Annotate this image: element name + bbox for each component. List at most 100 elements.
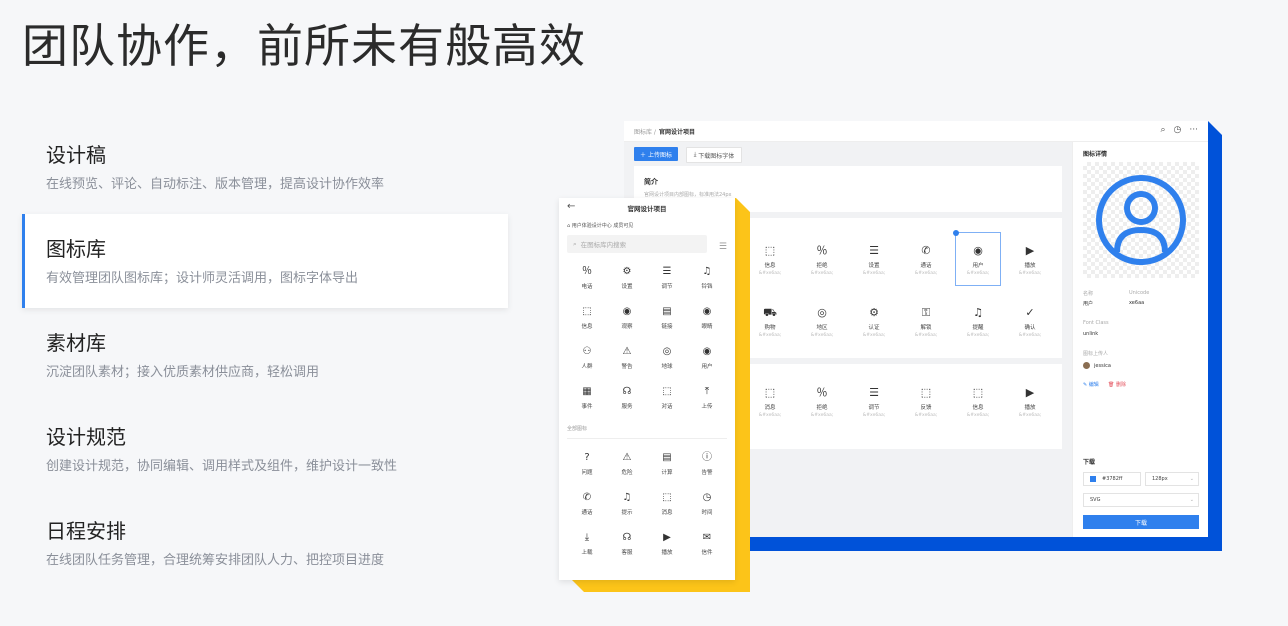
icon-tile-cart[interactable]: ⛟ 购物 &#xe6aa; [744, 290, 796, 352]
mail-icon: ✉ [702, 531, 712, 543]
icon-tile-message[interactable]: ⬚ 对话 [647, 377, 687, 417]
icon-tile-reject[interactable]: ％ 电话 [567, 257, 607, 297]
breadcrumb-root[interactable]: 图标库 / [634, 127, 656, 136]
icon-tile-sliders[interactable]: ☰ 调节 &#xe6aa; [848, 370, 900, 432]
feature-title: 日程安排 [46, 519, 126, 543]
icon-tile-play[interactable]: ▶ 播放 &#xe6aa; [1004, 228, 1056, 290]
icon-tile-warning[interactable]: ⚠ 危险 [607, 443, 647, 483]
info-icon: ⓘ [702, 451, 712, 463]
icon-tile-bell[interactable]: ♫ 提醒 &#xe6aa; [952, 290, 1004, 352]
icon-tile-gear[interactable]: ⚙ 认证 &#xe6aa; [848, 290, 900, 352]
feature-desc: 有效管理团队图标库；设计师灵活调用，图标字体导出 [46, 271, 359, 286]
icon-tile-bell[interactable]: ♫ 提示 [607, 483, 647, 523]
warning-icon: ⚠ [622, 451, 632, 463]
icon-tile-play[interactable]: ▶ 播放 [647, 523, 687, 563]
icon-code: &#xe6aa; [966, 270, 990, 276]
icon-tile-message[interactable]: ⬚ 消息 [647, 483, 687, 523]
name-label: 名称 [1083, 291, 1094, 297]
feature-item-schedule[interactable]: 日程安排 在线团队任务管理，合理统筹安排团队人力、把控项目进度 [22, 496, 508, 590]
feedback-icon: ⬚ [920, 385, 932, 399]
search-icon: ⌕ [573, 239, 577, 248]
icon-tile-eye[interactable]: ◉ 眼睛 [687, 297, 727, 337]
feature-item-spec[interactable]: 设计规范 创建设计规范，协同编辑、调用样式及组件，维护设计一致性 [22, 402, 508, 496]
format-select[interactable]: SVG ⌄ [1083, 493, 1199, 507]
feature-item-assets[interactable]: 素材库 沉淀团队素材；接入优质素材供应商，轻松调用 [22, 308, 508, 402]
sliders-icon: ☰ [662, 265, 672, 277]
clock-icon: ◷ [702, 491, 712, 503]
search-icon[interactable]: ⌕ [1161, 125, 1166, 135]
check-icon: ✓ [1025, 305, 1035, 319]
icon-tile-clock[interactable]: ◷ 时间 [687, 483, 727, 523]
icon-tile-calendar[interactable]: ▦ 事件 [567, 377, 607, 417]
icon-name: 电话 [581, 283, 593, 290]
icon-tile-bell[interactable]: ♫ 铃铛 [687, 257, 727, 297]
icon-grid-2: ⬚ 消息 &#xe6aa; ％拒绝 &#xe6aa; ☰ 调节 &#xe6aa; ⬚ 反馈 &#xe… [744, 370, 1056, 432]
icon-tile-sliders[interactable]: ☰ 调节 [647, 257, 687, 297]
icon-tile-user[interactable]: ◉ 用户 [687, 337, 727, 377]
size-select[interactable]: 128px ⌄ [1145, 472, 1199, 486]
upload-icon-button[interactable]: ＋ 上传图标 [634, 147, 678, 161]
icon-tile-download[interactable]: ⤓ 上载 [567, 523, 607, 563]
icon-tile-sliders[interactable]: ☰ 设置 &#xe6aa; [848, 228, 900, 290]
trash-icon: 🗑 [1108, 382, 1116, 388]
icon-code: &#xe6aa; [914, 412, 938, 418]
icon-tile-doc[interactable]: ▤ 链接 [647, 297, 687, 337]
bell-icon: ♫ [702, 265, 712, 277]
icon-tile-reject[interactable]: ％ 拒绝 &#xe6aa; [796, 370, 848, 432]
color-field[interactable]: #3782ff [1083, 472, 1141, 486]
delete-link[interactable]: 🗑 删除 [1108, 381, 1126, 388]
download-font-button[interactable]: ⤓ 下载图标字体 [686, 147, 742, 163]
icon-tile-feedback[interactable]: ⬚ 反馈 &#xe6aa; [900, 370, 952, 432]
mobile-search-input[interactable]: ⌕ 在图标库内搜索 [567, 235, 707, 253]
more-icon[interactable]: ··· [1189, 125, 1198, 135]
icon-tile-calculator[interactable]: ▤ 计算 [647, 443, 687, 483]
message-icon: ⬚ [582, 305, 592, 317]
icon-tile-phone[interactable]: ✆ 通话 [567, 483, 607, 523]
icon-name: 用户 [972, 262, 984, 269]
icon-tile-gear[interactable]: ⚙ 设置 [607, 257, 647, 297]
icon-name: 客服 [621, 549, 633, 556]
icon-tile-message[interactable]: ⬚ 消息 &#xe6aa; [744, 370, 796, 432]
icon-tile-people[interactable]: ⚇ 人群 [567, 337, 607, 377]
icon-tile-upload[interactable]: ⤒ 上传 [687, 377, 727, 417]
icon-tile-info[interactable]: ⓘ 告警 [687, 443, 727, 483]
icon-name: 消息 [764, 404, 776, 411]
icon-tile-reject[interactable]: ％ 拒绝 &#xe6aa; [796, 228, 848, 290]
list-filter-icon[interactable]: ☰ [719, 242, 727, 252]
icon-tile-help[interactable]: ? 问题 [567, 443, 607, 483]
download-button[interactable]: 下载 [1083, 515, 1199, 529]
icon-tile-headset[interactable]: ☊ 客服 [607, 523, 647, 563]
icon-code: &#xe6aa; [862, 270, 886, 276]
icon-tile-phone[interactable]: ✆ 通话 &#xe6aa; [900, 228, 952, 290]
icon-name: 地球 [661, 363, 673, 370]
icon-tile-warning[interactable]: ⚠ 警告 [607, 337, 647, 377]
uploader-value: jessica [1094, 362, 1111, 369]
icon-code: &#xe6aa; [1018, 270, 1042, 276]
icon-tile-headset[interactable]: ☊ 服务 [607, 377, 647, 417]
feature-title: 图标库 [46, 237, 106, 261]
icon-code: &#xe6aa; [862, 332, 886, 338]
feature-item-design[interactable]: 设计稿 在线预览、评论、自动标注、版本管理，提高设计协作效率 [22, 120, 508, 214]
icon-tile-message[interactable]: ⬚ 信息 &#xe6aa; [744, 228, 796, 290]
back-arrow-icon[interactable]: ← [567, 201, 575, 212]
icon-tile-compass[interactable]: ◎ 地区 &#xe6aa; [796, 290, 848, 352]
icon-tile-mail[interactable]: ✉ 信件 [687, 523, 727, 563]
icon-tile-play[interactable]: ▶ 播放 &#xe6aa; [1004, 370, 1056, 432]
icon-tile-eye[interactable]: ◉ 观察 [607, 297, 647, 337]
icon-tile-message[interactable]: ⬚ 信息 [567, 297, 607, 337]
icon-tile-globe[interactable]: ◎ 地球 [647, 337, 687, 377]
toolbar-icons: ⌕ ◷ ··· [1161, 125, 1199, 135]
calculator-icon: ▤ [662, 451, 672, 463]
font-class-value: unlink [1083, 331, 1099, 337]
icon-name: 上传 [701, 403, 713, 410]
icon-tile-lock[interactable]: ⚿ 解锁 &#xe6aa; [900, 290, 952, 352]
intro-title: 简介 [644, 178, 658, 186]
edit-link[interactable]: ✎ 编辑 [1083, 381, 1099, 388]
icon-tile-user[interactable]: ◉ 用户 &#xe6aa; [953, 230, 1001, 286]
icon-tile-info[interactable]: ⬚ 信息 &#xe6aa; [952, 370, 1004, 432]
icon-name: 调节 [661, 283, 673, 290]
icon-tile-check[interactable]: ✓ 确认 &#xe6aa; [1004, 290, 1056, 352]
clock-icon[interactable]: ◷ [1174, 125, 1182, 135]
info-icon: ⬚ [972, 385, 984, 399]
feature-item-icons[interactable]: 图标库 有效管理团队图标库；设计师灵活调用，图标字体导出 [22, 214, 508, 308]
